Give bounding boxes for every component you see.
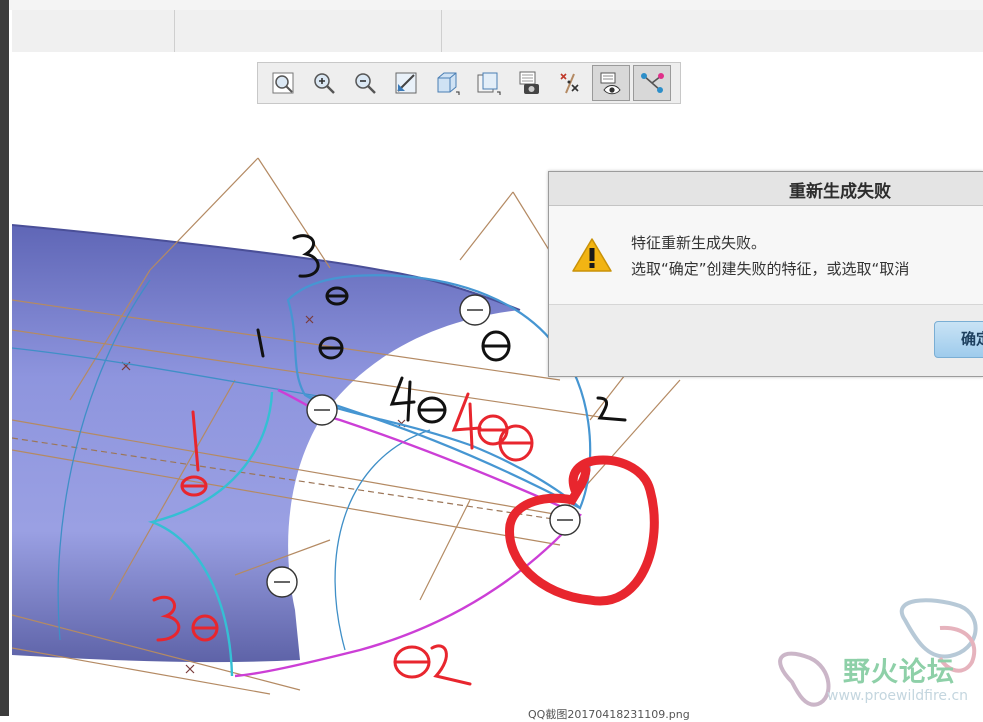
view-manager-icon xyxy=(519,71,539,94)
watermark-title: 野火论坛 xyxy=(843,657,955,688)
regeneration-failed-dialog: 重新生成失败 特征重新生成失败。 选取“确定”创建失败的特征，或选取“取消 确定 xyxy=(548,171,983,377)
ok-button[interactable]: 确定 xyxy=(934,321,983,358)
warning-icon xyxy=(572,238,612,272)
window-edge xyxy=(0,0,9,716)
saved-views-button[interactable] xyxy=(469,65,507,101)
dialog-title: 重新生成失败 xyxy=(789,182,891,202)
spin-center-button[interactable] xyxy=(633,65,671,101)
zoom-in-button[interactable] xyxy=(305,65,343,101)
ribbon-panel xyxy=(12,10,983,53)
view-toolbar xyxy=(257,62,681,104)
dialog-body: 特征重新生成失败。 选取“确定”创建失败的特征，或选取“取消 xyxy=(549,206,983,305)
ribbon-divider xyxy=(174,10,175,52)
red-circled-area xyxy=(505,455,659,606)
ribbon-divider xyxy=(441,10,442,52)
repaint-button[interactable] xyxy=(387,65,425,101)
zoom-out-button[interactable] xyxy=(346,65,384,101)
saved-views-icon xyxy=(477,72,501,95)
spin-center-icon xyxy=(641,73,664,93)
watermark-url: www.proewildfire.cn xyxy=(827,688,969,704)
annotation-display-button[interactable] xyxy=(592,65,630,101)
display-style-button[interactable] xyxy=(428,65,466,101)
zoom-out-icon xyxy=(355,73,376,94)
view-manager-button[interactable] xyxy=(510,65,548,101)
repaint-icon xyxy=(395,72,417,94)
dialog-message-line: 特征重新生成失败。 xyxy=(631,234,767,252)
display-style-icon xyxy=(437,72,460,95)
datum-display-button[interactable] xyxy=(551,65,589,101)
top-strip xyxy=(9,0,983,10)
dialog-titlebar[interactable]: 重新生成失败 xyxy=(549,172,983,206)
datum-display-icon xyxy=(560,73,579,94)
dialog-message-line: 选取“确定”创建失败的特征，或选取“取消 xyxy=(631,260,910,278)
image-caption: QQ截图20170418231109.png xyxy=(528,708,690,721)
refit-icon xyxy=(272,72,294,94)
annotation-display-icon xyxy=(600,72,621,95)
forum-watermark: 野火论坛 www.proewildfire.cn xyxy=(770,598,983,708)
zoom-in-icon xyxy=(314,73,335,94)
refit-button[interactable] xyxy=(264,65,302,101)
